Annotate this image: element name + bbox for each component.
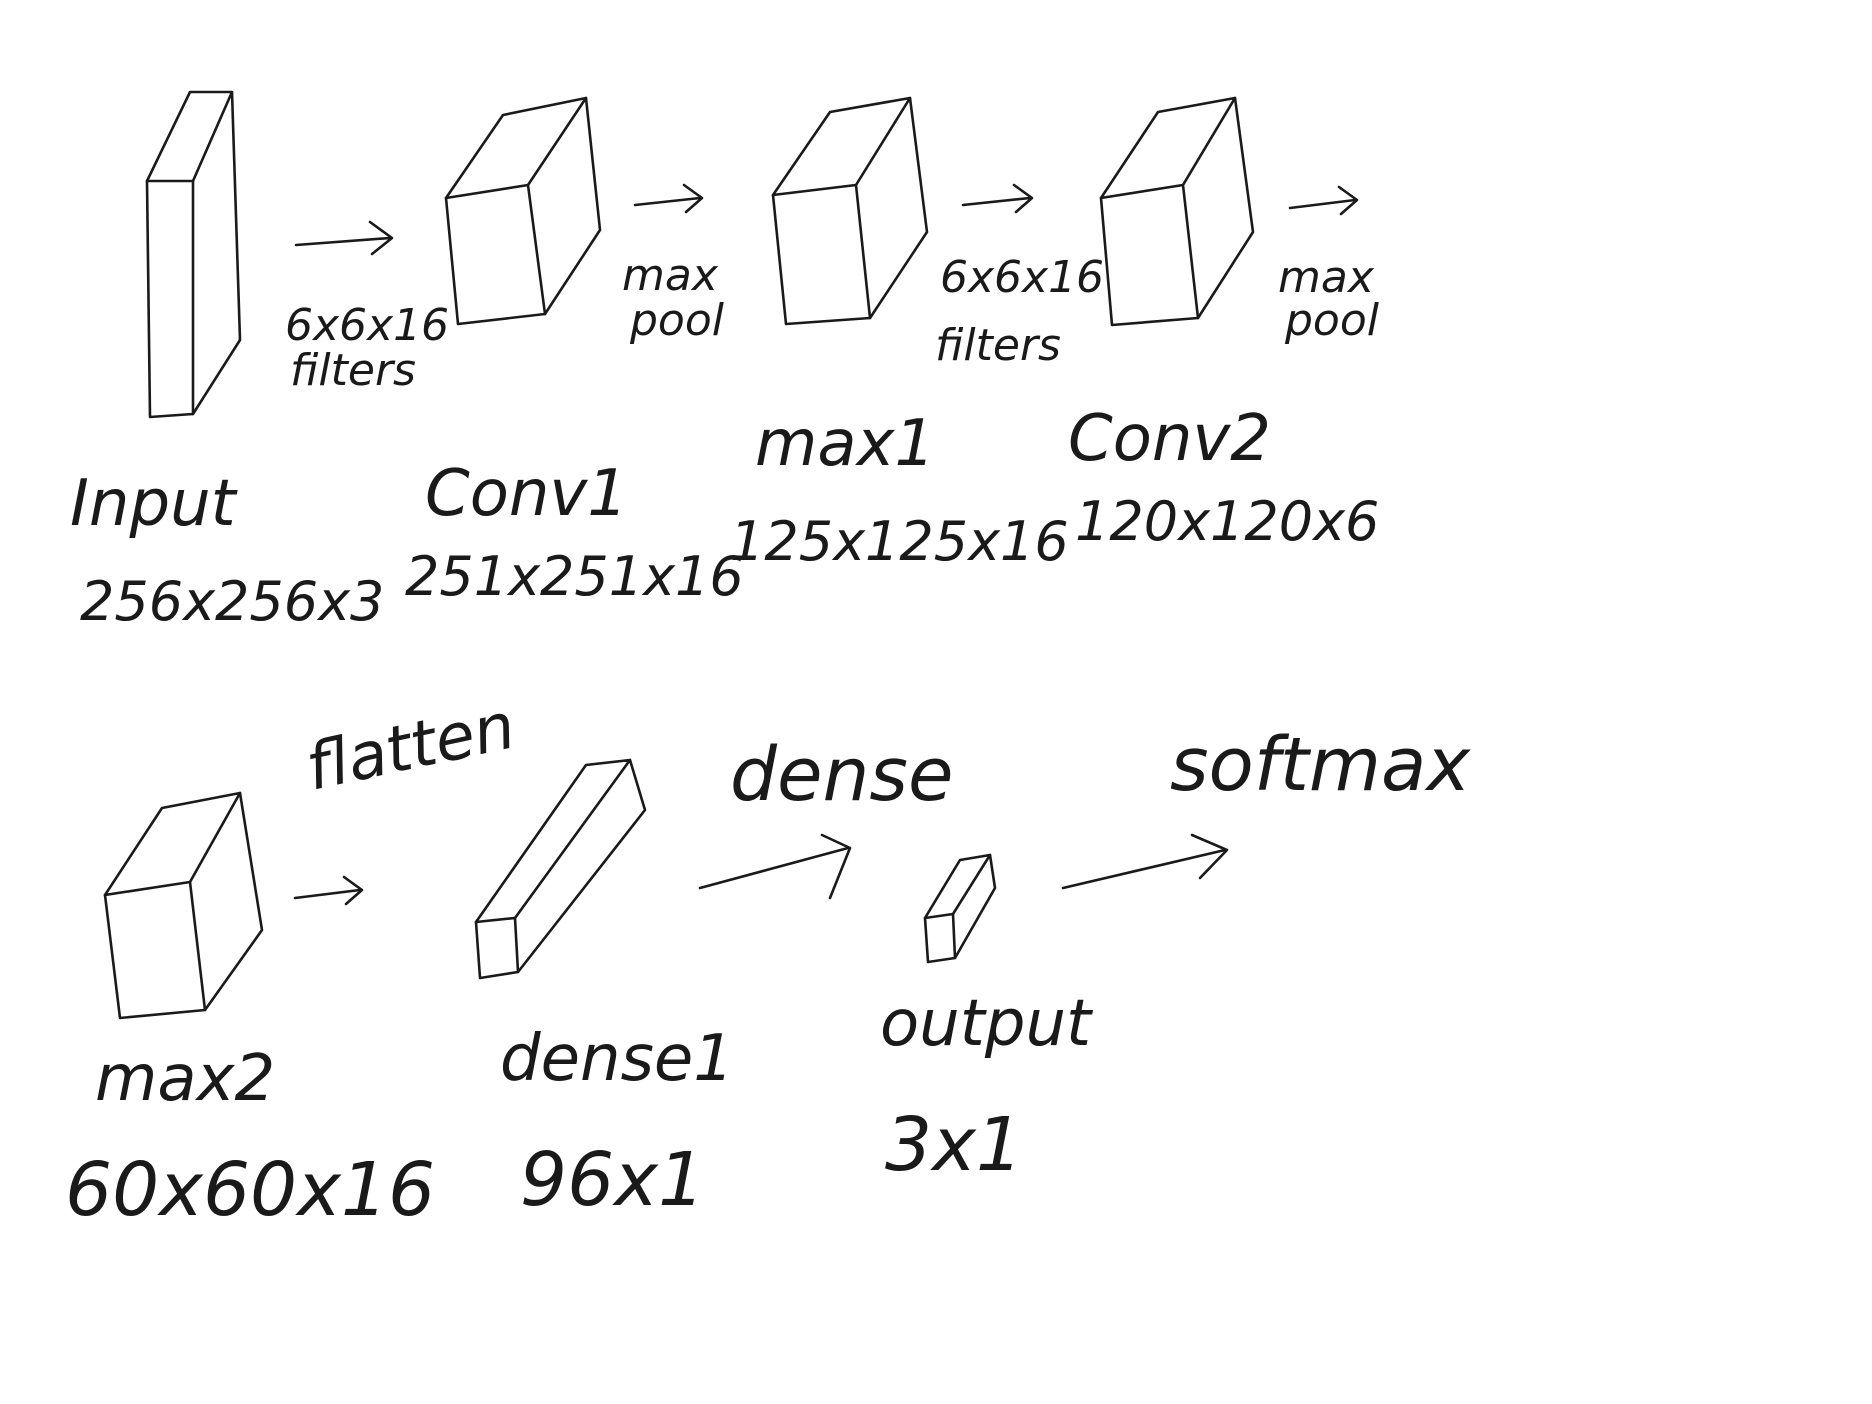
layer-name-dense1: dense1 — [500, 1022, 734, 1096]
output-layer-block — [923, 853, 997, 964]
arrow-conv1-to-max1 — [633, 183, 704, 214]
op-label-maxpool-1-line2: pool — [629, 295, 725, 346]
op-label-filters-2-line2: filters — [935, 320, 1061, 371]
op-label-softmax: softmax — [1170, 722, 1471, 808]
max2-layer-block — [103, 791, 264, 1020]
layer-name-conv2: Conv2 — [1068, 402, 1271, 476]
layer-name-max1: max1 — [755, 407, 935, 481]
op-label-maxpool-2-line2: pool — [1284, 295, 1380, 346]
arrow-dense1-to-output — [698, 833, 852, 900]
layer-dims-conv2: 120x120x6 — [1075, 490, 1379, 553]
sketch-svg: 6x6x16 filters max pool 6x6x16 filters m… — [65, 90, 1471, 1233]
op-label-dense: dense — [730, 732, 953, 818]
layer-dims-input: 256x256x3 — [80, 570, 384, 633]
conv2-layer-block — [1099, 96, 1255, 327]
layer-name-max2: max2 — [95, 1042, 275, 1116]
arrow-max1-to-conv2 — [961, 183, 1034, 214]
max1-layer-block — [771, 96, 929, 326]
cnn-architecture-sketch: 6x6x16 filters max pool 6x6x16 filters m… — [0, 0, 1872, 1404]
layer-name-input: Input — [70, 467, 239, 541]
arrow-conv2-to-max2 — [1288, 185, 1359, 216]
input-layer-block — [145, 90, 242, 419]
layer-dims-output: 3x1 — [885, 1102, 1023, 1188]
layer-dims-max1: 125x125x16 — [730, 510, 1069, 573]
arrow-input-to-conv1 — [294, 220, 394, 256]
arrow-output-to-softmax — [1061, 833, 1229, 890]
op-label-flatten: flatten — [300, 689, 521, 805]
op-label-maxpool-1-line1: max — [622, 250, 719, 301]
dense1-layer-block — [474, 758, 647, 980]
layer-name-conv1: Conv1 — [425, 457, 628, 531]
layer-name-output: output — [880, 987, 1094, 1061]
layer-dims-dense1: 96x1 — [520, 1137, 705, 1223]
arrow-max2-to-dense1 — [293, 875, 364, 906]
layer-dims-conv1: 251x251x16 — [405, 545, 744, 608]
op-label-filters-1-line1: 6x6x16 — [285, 300, 449, 351]
op-label-filters-2-line1: 6x6x16 — [940, 252, 1104, 303]
op-label-filters-1-line2: filters — [290, 345, 416, 396]
conv1-layer-block — [444, 96, 602, 326]
layer-dims-max2: 60x60x16 — [65, 1147, 435, 1233]
